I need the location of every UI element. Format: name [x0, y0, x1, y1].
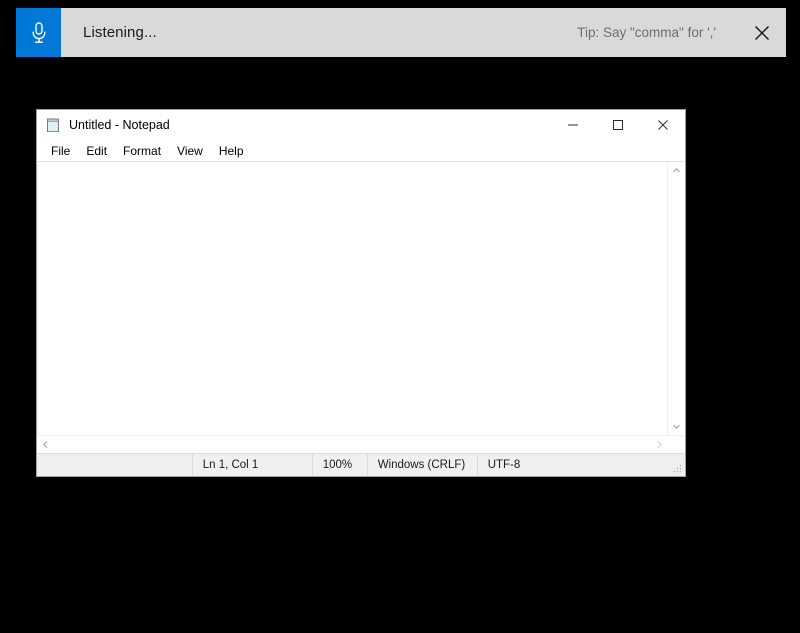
notepad-icon: [45, 117, 61, 133]
voice-dictation-bar: Listening... Tip: Say "comma" for ',': [16, 8, 786, 57]
vertical-scrollbar-track[interactable]: [668, 179, 685, 418]
listening-status-text: Listening...: [83, 24, 157, 41]
scroll-down-button[interactable]: [668, 418, 685, 435]
voice-bar-spacer: [157, 8, 577, 57]
horizontal-scrollbar-track[interactable]: [54, 436, 651, 453]
minimize-icon: [567, 119, 579, 131]
scroll-left-button[interactable]: [37, 436, 54, 453]
status-zoom-level[interactable]: 100%: [313, 454, 368, 476]
horizontal-scrollbar[interactable]: [37, 435, 685, 453]
chevron-left-icon: [41, 440, 50, 449]
scroll-right-button[interactable]: [651, 436, 668, 453]
chevron-up-icon: [672, 166, 681, 175]
editor-row: [37, 162, 685, 435]
menu-item-edit[interactable]: Edit: [78, 142, 115, 160]
vertical-scrollbar[interactable]: [667, 162, 685, 435]
window-title: Untitled - Notepad: [69, 118, 170, 132]
resize-grip-icon[interactable]: [671, 462, 683, 474]
menubar: File Edit Format View Help: [37, 140, 685, 161]
status-line-ending[interactable]: Windows (CRLF): [368, 454, 478, 476]
window-controls: [550, 110, 685, 140]
editor-area: [37, 161, 685, 453]
menu-item-view[interactable]: View: [169, 142, 211, 160]
voice-tip-text: Tip: Say "comma" for ',': [577, 25, 716, 40]
close-icon: [752, 23, 772, 43]
statusbar-spacer: [37, 454, 193, 476]
notepad-titlebar[interactable]: Untitled - Notepad: [37, 110, 685, 140]
menu-item-format[interactable]: Format: [115, 142, 169, 160]
close-button[interactable]: [640, 110, 685, 140]
statusbar: Ln 1, Col 1 100% Windows (CRLF) UTF-8: [37, 453, 685, 476]
chevron-right-icon: [655, 440, 664, 449]
microphone-icon: [30, 21, 48, 45]
notepad-window: Untitled - Notepad File Edit Format View…: [36, 109, 686, 477]
minimize-button[interactable]: [550, 110, 595, 140]
scroll-up-button[interactable]: [668, 162, 685, 179]
menu-item-help[interactable]: Help: [211, 142, 252, 160]
status-cursor-position[interactable]: Ln 1, Col 1: [193, 454, 313, 476]
status-encoding[interactable]: UTF-8: [478, 454, 685, 476]
maximize-icon: [612, 119, 624, 131]
voice-bar-close-button[interactable]: [738, 8, 786, 57]
menu-item-file[interactable]: File: [43, 142, 78, 160]
close-icon: [657, 119, 669, 131]
text-editor[interactable]: [37, 162, 667, 435]
microphone-button[interactable]: [16, 8, 61, 57]
maximize-button[interactable]: [595, 110, 640, 140]
chevron-down-icon: [672, 422, 681, 431]
scrollbar-corner: [668, 436, 685, 453]
